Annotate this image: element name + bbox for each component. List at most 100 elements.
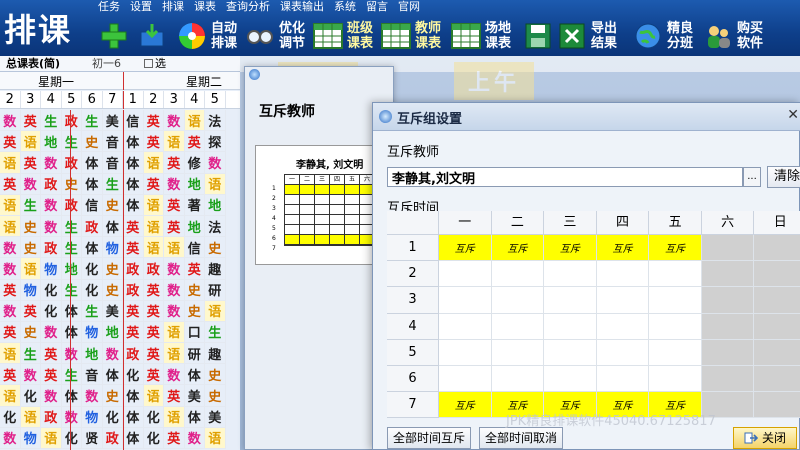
timetable-cell[interactable]: 英: [143, 110, 164, 132]
menu-item-8[interactable]: 官网: [398, 0, 420, 14]
mutex-cell[interactable]: [754, 392, 800, 419]
timetable-cell[interactable]: 英: [143, 279, 164, 301]
timetable-cell[interactable]: 语: [184, 110, 205, 132]
timetable-cell[interactable]: 体: [123, 173, 144, 195]
mutex-cell[interactable]: [491, 287, 545, 314]
close-button[interactable]: 关闭: [733, 427, 797, 449]
mutex-cell[interactable]: [544, 313, 597, 340]
timetable-cell[interactable]: 语: [164, 237, 185, 259]
timetable-cell[interactable]: 数: [164, 279, 185, 301]
timetable-cell[interactable]: 体: [123, 427, 144, 449]
select-checkbox[interactable]: [144, 59, 153, 68]
timetable-cell[interactable]: 著: [184, 194, 205, 216]
timetable-cell[interactable]: 体: [123, 131, 144, 153]
timetable-cell[interactable]: 数: [20, 364, 41, 386]
timetable-cell[interactable]: 生: [20, 343, 41, 365]
timetable-cell[interactable]: 史: [205, 237, 226, 259]
timetable-cell[interactable]: 物: [82, 406, 103, 428]
timetable-cell[interactable]: 体: [82, 237, 103, 259]
timetable-cell[interactable]: 史: [20, 321, 41, 344]
timetable-cell[interactable]: 数: [41, 152, 62, 174]
timetable-cell[interactable]: 英: [20, 300, 41, 322]
timetable-cell[interactable]: 音: [102, 152, 123, 174]
timetable-cell[interactable]: 史: [205, 364, 226, 386]
timetable-cell[interactable]: 生: [61, 237, 82, 259]
mutex-cell[interactable]: [649, 365, 702, 393]
dialog-titlebar[interactable]: 互斥组设置 ✕: [373, 103, 800, 131]
schedule-type-select[interactable]: 总课表(简): [0, 56, 92, 72]
timetable-cell[interactable]: 英: [143, 131, 164, 153]
timetable-cell[interactable]: 政: [123, 258, 144, 280]
timetable-cell[interactable]: 语: [164, 321, 185, 344]
timetable-cell[interactable]: 生: [61, 131, 82, 153]
timetable-cell[interactable]: 英: [164, 427, 185, 449]
timetable-cell[interactable]: 美: [102, 300, 123, 322]
menu-item-0[interactable]: 任务: [98, 0, 120, 14]
mutex-cell[interactable]: [701, 287, 755, 314]
mutex-cell[interactable]: [438, 313, 492, 340]
timetable-cell[interactable]: 地: [184, 173, 205, 195]
timetable-cell[interactable]: 趣: [205, 343, 226, 365]
timetable-cell[interactable]: 政: [102, 427, 123, 449]
timetable-cell[interactable]: 英: [184, 258, 205, 280]
timetable-cell[interactable]: 英: [143, 364, 164, 386]
timetable-cell[interactable]: 音: [82, 364, 103, 386]
toolbar-buy-button[interactable]: 购买软件: [702, 18, 767, 54]
timetable-cell[interactable]: 语: [143, 152, 164, 174]
mutex-cell[interactable]: [754, 261, 800, 288]
timetable-cell[interactable]: 语: [0, 215, 21, 238]
timetable-cell[interactable]: 数: [41, 194, 62, 216]
timetable-cell[interactable]: 生: [61, 364, 82, 386]
mutex-cell[interactable]: [701, 365, 755, 393]
timetable-cell[interactable]: 英: [0, 131, 21, 153]
timetable-cell[interactable]: 地: [184, 215, 205, 238]
timetable-cell[interactable]: 体: [82, 173, 103, 195]
timetable-cell[interactable]: 政: [41, 237, 62, 259]
timetable-cell[interactable]: 数: [102, 343, 123, 365]
timetable-cell[interactable]: 语: [143, 194, 164, 216]
timetable-cell[interactable]: 语: [41, 427, 62, 449]
timetable-cell[interactable]: 物: [102, 237, 123, 259]
toolbar-class-button[interactable]: 班级课表: [312, 18, 377, 54]
timetable-cell[interactable]: 生: [82, 110, 103, 132]
toolbar-import-button[interactable]: [136, 18, 168, 54]
timetable-cell[interactable]: 英: [123, 300, 144, 322]
timetable-cell[interactable]: 地: [61, 258, 82, 280]
timetable-cell[interactable]: 信: [184, 237, 205, 259]
timetable-cell[interactable]: 数: [164, 110, 185, 132]
timetable-cell[interactable]: 史: [20, 237, 41, 259]
timetable-cell[interactable]: 语: [164, 406, 185, 428]
timetable-cell[interactable]: 史: [82, 131, 103, 153]
timetable-cell[interactable]: 英: [143, 343, 164, 365]
timetable-cell[interactable]: 地: [41, 131, 62, 153]
timetable-cell[interactable]: 政: [82, 215, 103, 238]
timetable-cell[interactable]: 语: [143, 215, 164, 238]
timetable-cell[interactable]: 英: [164, 152, 185, 174]
timetable-cell[interactable]: 政: [61, 110, 82, 132]
timetable-cell[interactable]: 化: [102, 406, 123, 428]
timetable-cell[interactable]: 数: [0, 300, 21, 322]
timetable-cell[interactable]: 法: [205, 215, 226, 238]
timetable-cell[interactable]: 史: [102, 385, 123, 407]
timetable-cell[interactable]: 政: [143, 258, 164, 280]
mutex-cell[interactable]: 互斥: [491, 235, 545, 262]
timetable-cell[interactable]: 英: [143, 300, 164, 322]
mutex-cell[interactable]: [491, 313, 545, 340]
timetable-cell[interactable]: 语: [0, 385, 21, 407]
toolbar-split-button[interactable]: 精良分班: [632, 18, 697, 54]
timetable-cell[interactable]: 体: [82, 152, 103, 174]
timetable-cell[interactable]: 化: [0, 406, 21, 428]
menu-item-3[interactable]: 课表: [194, 0, 216, 14]
timetable-cell[interactable]: 法: [205, 110, 226, 132]
clear-button[interactable]: 清除: [767, 166, 800, 188]
timetable-cell[interactable]: 物: [41, 258, 62, 280]
timetable-cell[interactable]: 体: [61, 300, 82, 322]
timetable-cell[interactable]: 史: [184, 300, 205, 322]
mutex-cell[interactable]: [438, 261, 492, 288]
timetable-cell[interactable]: 化: [61, 427, 82, 449]
timetable-cell[interactable]: 英: [164, 215, 185, 238]
timetable-cell[interactable]: 化: [82, 279, 103, 301]
timetable-cell[interactable]: 史: [102, 258, 123, 280]
timetable-cell[interactable]: 化: [82, 258, 103, 280]
mutex-cell[interactable]: [438, 339, 492, 366]
